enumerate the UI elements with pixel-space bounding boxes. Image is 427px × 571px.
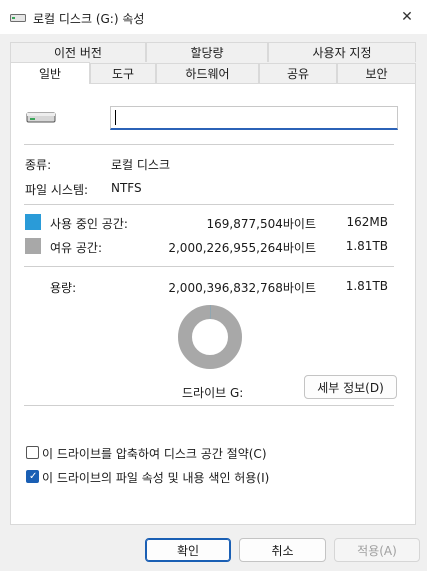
drive-letter-label: 드라이브 G:	[182, 386, 244, 400]
tab-hardware[interactable]: 하드웨어	[156, 63, 259, 83]
apply-button[interactable]: 적용(A)	[334, 538, 420, 562]
compress-checkbox-label[interactable]: 이 드라이브를 압축하여 디스크 공간 절약(C)	[42, 445, 267, 462]
close-icon: ✕	[401, 9, 413, 25]
close-button[interactable]: ✕	[387, 0, 427, 34]
drive-name-input[interactable]	[110, 106, 398, 130]
tab-label: 도구	[111, 67, 135, 81]
divider	[24, 266, 394, 267]
tab-label: 하드웨어	[185, 67, 230, 81]
tab-tools[interactable]: 도구	[90, 63, 156, 83]
tab-label: 이전 버전	[54, 46, 102, 60]
filesystem-value: NTFS	[111, 181, 142, 195]
cancel-button[interactable]: 취소	[239, 538, 326, 562]
divider	[24, 405, 394, 406]
drive-icon	[10, 14, 26, 22]
used-space-bytes: 169,877,504바이트	[206, 217, 316, 231]
free-space-label: 여유 공간:	[50, 241, 103, 255]
tab-label: 할당량	[190, 46, 224, 60]
tab-quota[interactable]: 할당량	[146, 42, 268, 62]
free-space-ring	[178, 305, 242, 369]
tab-customize[interactable]: 사용자 지정	[268, 42, 416, 62]
divider	[24, 204, 394, 205]
index-checkbox[interactable]: ✓	[26, 470, 39, 483]
free-space-swatch	[25, 238, 41, 254]
tab-previous-versions[interactable]: 이전 버전	[10, 42, 146, 62]
details-button[interactable]: 세부 정보(D)	[304, 375, 397, 399]
title-bar: 로컬 디스크 (G:) 속성 ✕	[0, 0, 427, 34]
text-caret	[115, 110, 116, 125]
tab-sharing[interactable]: 공유	[259, 63, 337, 83]
capacity-label: 용량:	[50, 281, 77, 295]
free-space-bytes: 2,000,226,955,264바이트	[168, 241, 316, 255]
tab-label: 일반	[38, 67, 62, 81]
tab-security[interactable]: 보안	[337, 63, 416, 83]
index-checkbox-label[interactable]: 이 드라이브의 파일 속성 및 내용 색인 허용(I)	[42, 469, 269, 486]
divider	[24, 144, 394, 145]
used-space-label: 사용 중인 공간:	[50, 217, 128, 231]
window-title: 로컬 디스크 (G:) 속성	[33, 12, 145, 26]
used-space-swatch	[25, 214, 41, 230]
drive-icon	[26, 112, 56, 123]
checkmark-icon: ✓	[29, 471, 38, 482]
type-label: 종류:	[25, 158, 52, 172]
tab-label: 사용자 지정	[312, 46, 372, 60]
free-space-size: 1.81TB	[345, 239, 388, 253]
capacity-bytes: 2,000,396,832,768바이트	[168, 281, 316, 295]
tab-label: 공유	[286, 67, 310, 81]
ok-button[interactable]: 확인	[145, 538, 231, 562]
disk-usage-donut	[178, 305, 242, 369]
tab-label: 보안	[365, 67, 388, 81]
used-space-size: 162MB	[346, 215, 389, 229]
filesystem-label: 파일 시스템:	[25, 183, 89, 197]
type-value: 로컬 디스크	[111, 158, 171, 172]
tab-general[interactable]: 일반	[10, 62, 90, 84]
capacity-size: 1.81TB	[345, 279, 388, 293]
compress-checkbox[interactable]	[26, 446, 39, 459]
